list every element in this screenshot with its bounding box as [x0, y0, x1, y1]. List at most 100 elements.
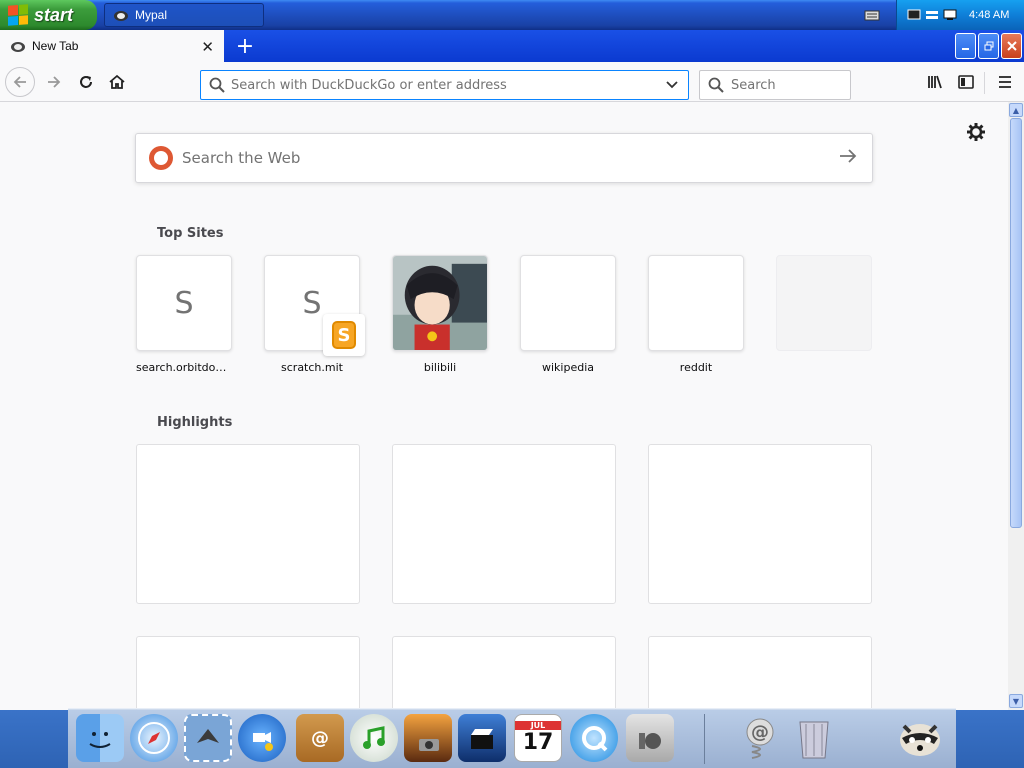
highlight-card[interactable] [648, 636, 872, 710]
close-tab-icon[interactable]: ✕ [201, 38, 214, 56]
back-arrow-icon [13, 76, 26, 88]
close-icon [1006, 41, 1017, 51]
gear-icon[interactable] [966, 122, 986, 142]
toolbar-divider [984, 72, 985, 94]
navigation-toolbar: Search with DuckDuckGo or enter address … [0, 62, 1024, 102]
arrow-right-icon[interactable] [838, 146, 858, 166]
system-preferences-icon[interactable] [626, 714, 674, 762]
itunes-icon[interactable] [350, 714, 398, 762]
minimize-button[interactable] [955, 33, 976, 59]
close-window-button[interactable] [1001, 33, 1022, 59]
top-site-tile [648, 255, 744, 351]
menu-button[interactable] [991, 68, 1019, 96]
tray-monitor-icon[interactable] [943, 9, 957, 21]
top-site-wikipedia[interactable]: wikipedia [520, 255, 616, 374]
web-search-field[interactable]: Search the Web [135, 133, 873, 183]
top-site-bilibili[interactable]: bilibili [392, 255, 488, 374]
ical-day: 17 [522, 730, 554, 755]
highlight-card[interactable] [136, 636, 360, 710]
library-icon [928, 75, 942, 89]
tab-favicon-icon [11, 42, 25, 52]
home-icon [109, 74, 125, 89]
chevron-down-icon[interactable] [664, 75, 680, 95]
library-button[interactable] [921, 68, 949, 96]
highlight-card[interactable] [648, 444, 872, 604]
web-search-placeholder: Search the Web [182, 149, 301, 167]
raccoon-mascot-icon [900, 724, 940, 756]
top-site-tile [520, 255, 616, 351]
scratch-logo-icon: S [323, 314, 365, 356]
home-button[interactable] [103, 68, 131, 96]
tab-new-tab[interactable]: New Tab ✕ [0, 30, 224, 62]
sidebar-button[interactable] [952, 68, 980, 96]
start-button[interactable]: start [0, 0, 97, 30]
ical-icon[interactable]: JUL 17 [514, 714, 562, 762]
trash-icon[interactable] [790, 714, 838, 762]
top-site-placeholder-tile [776, 255, 872, 351]
browser-window: New Tab ✕ + Search with DuckDuckGo or en… [0, 30, 1024, 710]
bilibili-thumbnail [392, 255, 488, 351]
search-bar[interactable]: Search [699, 70, 851, 100]
taskbar-item-mypal[interactable]: Mypal [104, 3, 264, 27]
ichat-icon[interactable] [238, 714, 286, 762]
top-site-label: bilibili [423, 361, 457, 374]
forward-arrow-icon [48, 76, 61, 88]
camera-icon [419, 739, 439, 751]
start-label: start [34, 4, 74, 25]
top-site-label: reddit [679, 361, 713, 374]
mypal-icon [114, 11, 128, 21]
svg-text:@: @ [751, 722, 769, 743]
quicktime-icon[interactable] [570, 714, 618, 762]
top-site-letter: S [302, 285, 322, 321]
vertical-scrollbar[interactable]: ▲ ▼ [1008, 102, 1024, 710]
iphoto-icon[interactable] [404, 714, 452, 762]
highlight-card[interactable] [392, 636, 616, 710]
restore-button[interactable] [978, 33, 999, 59]
sidebar-icon [958, 75, 974, 89]
reload-button[interactable] [72, 68, 100, 96]
highlights-heading: Highlights [157, 415, 233, 430]
raccoon-icon[interactable] [896, 714, 944, 762]
top-site-empty-slot[interactable] [776, 255, 872, 351]
imovie-icon[interactable] [458, 714, 506, 762]
highlight-card[interactable] [136, 444, 360, 604]
url-bar[interactable]: Search with DuckDuckGo or enter address [200, 70, 689, 100]
scroll-up-arrow-icon[interactable]: ▲ [1009, 103, 1023, 117]
clapperboard-icon [471, 729, 493, 749]
compass-icon [138, 722, 170, 754]
search-icon [708, 77, 724, 93]
system-tray: 4:48 AM [896, 0, 1024, 30]
highlight-card[interactable] [392, 444, 616, 604]
mail-stamp-icon[interactable] [184, 714, 232, 762]
windows-logo-icon [8, 4, 28, 26]
new-tab-button[interactable]: + [232, 32, 258, 60]
search-bar-placeholder: Search [731, 77, 776, 93]
forward-button[interactable] [40, 68, 68, 96]
back-button[interactable] [5, 67, 35, 97]
address-book-icon[interactable]: @ [296, 714, 344, 762]
top-site-search-orbitdownloader[interactable]: S search.orbitdownl... [136, 255, 232, 374]
safari-icon[interactable] [130, 714, 178, 762]
top-site-label: wikipedia [541, 361, 594, 374]
taskbar-item-label: Mypal [135, 8, 168, 22]
minimize-icon [961, 48, 969, 50]
mail-icon[interactable]: @ [736, 714, 784, 762]
tray-network-icon[interactable] [925, 9, 939, 21]
finder-icon[interactable] [76, 714, 124, 762]
music-note-icon [363, 726, 385, 749]
chat-person-icon [253, 732, 273, 751]
tray-display-icon[interactable] [907, 9, 921, 21]
tab-title: New Tab [32, 39, 79, 53]
top-site-tile: S S [264, 255, 365, 356]
bilibili-character-image [393, 256, 487, 350]
top-site-reddit[interactable]: reddit [648, 255, 744, 374]
scroll-down-arrow-icon[interactable]: ▼ [1009, 694, 1023, 708]
tray-keyboard[interactable] [864, 0, 880, 30]
dock-separator [704, 714, 705, 764]
top-sites-heading: Top Sites [157, 226, 224, 241]
top-site-scratch[interactable]: S S scratch.mit [264, 255, 365, 374]
quicktime-q-icon [582, 726, 608, 752]
clock[interactable]: 4:48 AM [969, 9, 1009, 21]
reload-icon [80, 76, 92, 88]
scrollbar-thumb[interactable] [1010, 118, 1022, 528]
